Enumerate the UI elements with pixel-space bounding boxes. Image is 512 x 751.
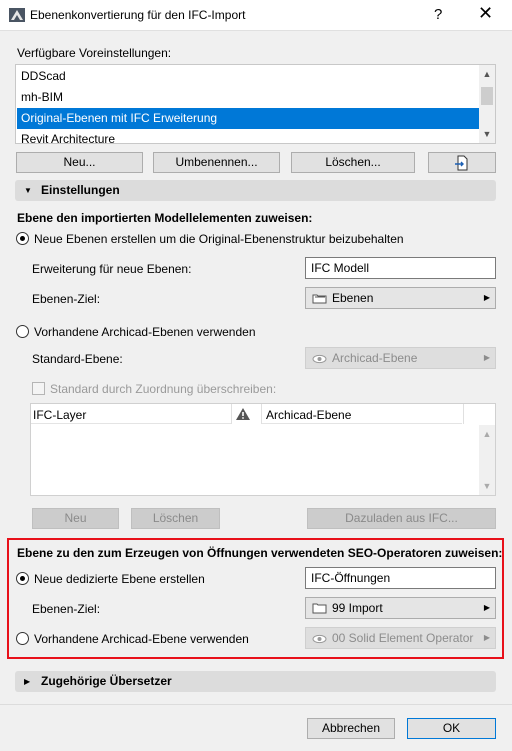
eye-icon bbox=[312, 634, 327, 644]
table-delete-button[interactable]: Löschen bbox=[131, 508, 220, 529]
settings-section-header[interactable]: ▼ Einstellungen bbox=[15, 180, 496, 201]
scroll-up-icon[interactable]: ▲ bbox=[479, 69, 495, 79]
eye-icon bbox=[312, 354, 327, 364]
radio-new-layers[interactable] bbox=[16, 232, 29, 245]
seo-target-value: 99 Import bbox=[332, 601, 383, 615]
default-layer-dropdown[interactable]: Archicad-Ebene ▶ bbox=[305, 347, 496, 369]
layer-mapping-table[interactable]: IFC-Layer Archicad-Ebene ▲ ▼ bbox=[30, 403, 496, 496]
seo-existing-layer-dropdown[interactable]: 00 Solid Element Operator ▶ bbox=[305, 627, 496, 649]
presets-list[interactable]: DDScad mh-BIM Original-Ebenen mit IFC Er… bbox=[15, 64, 496, 144]
scroll-down-icon[interactable]: ▼ bbox=[479, 481, 495, 491]
layers-icon bbox=[312, 294, 327, 304]
presets-label: Verfügbare Voreinstellungen: bbox=[17, 46, 172, 60]
target-layer-dropdown[interactable]: Ebenen ▶ bbox=[305, 287, 496, 309]
expand-triangle-icon: ▶ bbox=[24, 677, 31, 686]
radio-seo-existing-layer-label[interactable]: Vorhandene Archicad-Ebene verwenden bbox=[34, 632, 249, 646]
scroll-down-icon[interactable]: ▼ bbox=[479, 129, 495, 139]
column-divider bbox=[231, 404, 232, 424]
translators-section-header[interactable]: ▶ Zugehörige Übersetzer bbox=[15, 671, 496, 692]
cancel-button[interactable]: Abbrechen bbox=[307, 718, 395, 739]
radio-existing-layers-label[interactable]: Vorhandene Archicad-Ebenen verwenden bbox=[34, 325, 256, 339]
target-layer-value: Ebenen bbox=[332, 291, 374, 305]
default-layer-value: Archicad-Ebene bbox=[332, 351, 418, 365]
dropdown-arrow-icon: ▶ bbox=[483, 603, 490, 612]
scroll-thumb[interactable] bbox=[481, 87, 493, 105]
dropdown-arrow-icon: ▶ bbox=[483, 633, 490, 642]
column-divider bbox=[463, 404, 464, 424]
settings-header-label: Einstellungen bbox=[41, 183, 120, 197]
preset-item[interactable]: Revit Architecture bbox=[17, 129, 479, 143]
footer-divider bbox=[0, 704, 512, 705]
window-title: Ebenenkonvertierung für den IFC-Import bbox=[30, 8, 246, 22]
preset-delete-button[interactable]: Löschen... bbox=[291, 152, 415, 173]
title-bar: Ebenenkonvertierung für den IFC-Import ?… bbox=[0, 0, 512, 31]
seo-new-layer-input[interactable]: IFC-Öffnungen bbox=[305, 567, 496, 589]
preset-item[interactable]: mh-BIM bbox=[17, 87, 479, 108]
table-load-from-ifc-button[interactable]: Dazuladen aus IFC... bbox=[307, 508, 496, 529]
radio-new-layers-label[interactable]: Neue Ebenen erstellen um die Original-Eb… bbox=[34, 232, 404, 246]
table-scrollbar[interactable]: ▲ ▼ bbox=[479, 425, 495, 495]
preset-item[interactable]: DDScad bbox=[17, 66, 479, 87]
close-button[interactable]: ✕ bbox=[478, 3, 493, 24]
override-checkbox[interactable] bbox=[32, 382, 45, 395]
collapse-triangle-icon: ▼ bbox=[24, 186, 32, 195]
override-label: Standard durch Zuordnung überschreiben: bbox=[50, 382, 277, 396]
export-file-icon bbox=[455, 155, 468, 171]
radio-seo-new-layer-label[interactable]: Neue dedizierte Ebene erstellen bbox=[34, 572, 205, 586]
radio-seo-existing-layer[interactable] bbox=[16, 632, 29, 645]
dropdown-arrow-icon: ▶ bbox=[483, 353, 490, 362]
radio-existing-layers[interactable] bbox=[16, 325, 29, 338]
table-new-button[interactable]: Neu bbox=[32, 508, 119, 529]
archicad-app-icon bbox=[9, 8, 25, 22]
dropdown-arrow-icon: ▶ bbox=[483, 293, 490, 302]
presets-scrollbar[interactable]: ▲ ▼ bbox=[479, 65, 495, 143]
extension-input[interactable]: IFC Modell bbox=[305, 257, 496, 279]
extension-label: Erweiterung für neue Ebenen: bbox=[32, 262, 192, 276]
ok-button[interactable]: OK bbox=[407, 718, 496, 739]
assign-layer-label: Ebene den importierten Modellelementen z… bbox=[17, 211, 313, 225]
table-col-archicad-layer[interactable]: Archicad-Ebene bbox=[262, 404, 462, 424]
seo-target-label: Ebenen-Ziel: bbox=[32, 602, 101, 616]
translators-header-label: Zugehörige Übersetzer bbox=[41, 674, 172, 688]
radio-seo-new-layer[interactable] bbox=[16, 572, 29, 585]
scroll-up-icon[interactable]: ▲ bbox=[479, 429, 495, 439]
folder-icon bbox=[312, 603, 327, 614]
seo-assign-label: Ebene zu den zum Erzeugen von Öffnungen … bbox=[17, 546, 503, 560]
preset-item-selected[interactable]: Original-Ebenen mit IFC Erweiterung bbox=[17, 108, 479, 129]
seo-existing-layer-value: 00 Solid Element Operator bbox=[332, 631, 474, 645]
export-preset-button[interactable] bbox=[428, 152, 496, 173]
seo-target-dropdown[interactable]: 99 Import ▶ bbox=[305, 597, 496, 619]
default-layer-label: Standard-Ebene: bbox=[32, 352, 123, 366]
warning-icon bbox=[236, 408, 250, 420]
preset-rename-button[interactable]: Umbenennen... bbox=[153, 152, 280, 173]
help-button[interactable]: ? bbox=[434, 6, 442, 23]
target-label: Ebenen-Ziel: bbox=[32, 292, 101, 306]
table-col-ifc-layer[interactable]: IFC-Layer bbox=[31, 404, 231, 424]
preset-new-button[interactable]: Neu... bbox=[16, 152, 143, 173]
